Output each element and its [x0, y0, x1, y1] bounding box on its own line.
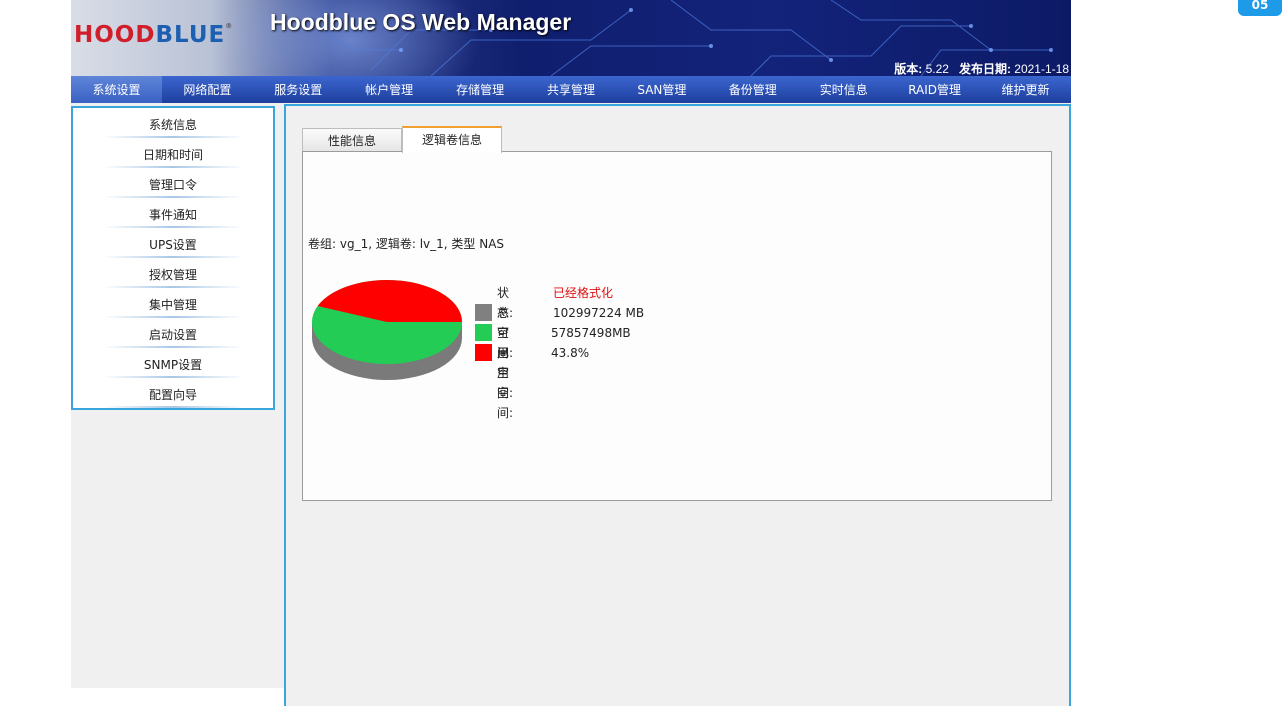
version-info: 版本: 5.22 发布日期: 2021-1-18: [894, 60, 1069, 76]
sidebar-item-startup-settings[interactable]: 启动设置: [73, 318, 273, 348]
free-space-value: 57857498MB: [551, 326, 631, 340]
sidebar-item-ups-settings[interactable]: UPS设置: [73, 228, 273, 258]
main-content: 性能信息 逻辑卷信息 卷组: vg_1, 逻辑卷: lv_1, 类型 NAS 状…: [284, 104, 1071, 706]
tab-panel: 卷组: vg_1, 逻辑卷: lv_1, 类型 NAS 状态: 已经格式化 总空…: [302, 151, 1052, 501]
sidebar-item-admin-password[interactable]: 管理口令: [73, 168, 273, 198]
used-space-label: 已用空间:: [497, 346, 514, 420]
brand-logo: HOODBLUE®: [74, 22, 234, 48]
total-swatch: [475, 304, 492, 321]
used-space-value: 43.8%: [551, 346, 590, 360]
nav-network-config[interactable]: 网络配置: [162, 76, 253, 103]
release-date: 2021-1-18: [1014, 62, 1069, 76]
sidebar-item-license[interactable]: 授权管理: [73, 258, 273, 288]
app-title: Hoodblue OS Web Manager: [270, 9, 572, 35]
nav-system-settings[interactable]: 系统设置: [71, 76, 162, 103]
release-label: 发布日期:: [958, 62, 1011, 76]
nav-storage-management[interactable]: 存储管理: [435, 76, 526, 103]
tab-logical-volume-info[interactable]: 逻辑卷信息: [402, 126, 502, 153]
sidebar-item-system-info[interactable]: 系统信息: [73, 108, 273, 138]
app-window: HOODBLUE® Hoodblue OS Web Manager 版本: 5.…: [71, 0, 1071, 706]
nav-service-settings[interactable]: 服务设置: [253, 76, 344, 103]
nav-share-management[interactable]: 共享管理: [526, 76, 617, 103]
status-value: 已经格式化: [553, 286, 614, 300]
volume-info-text: 卷组: vg_1, 逻辑卷: lv_1, 类型 NAS: [308, 237, 505, 251]
top-nav: 系统设置 网络配置 服务设置 帐户管理 存储管理 共享管理 SAN管理 备份管理…: [71, 76, 1071, 103]
used-swatch: [475, 344, 492, 361]
nav-raid-management[interactable]: RAID管理: [889, 76, 980, 103]
sidebar: 系统信息 日期和时间 管理口令 事件通知 UPS设置 授权管理 集中管理 启动设…: [71, 106, 275, 410]
tab-performance-info[interactable]: 性能信息: [302, 128, 402, 153]
nav-maintenance-update[interactable]: 维护更新: [980, 76, 1071, 103]
total-space-value: 102997224 MB: [553, 306, 645, 320]
sidebar-item-event-notify[interactable]: 事件通知: [73, 198, 273, 228]
nav-realtime-info[interactable]: 实时信息: [798, 76, 889, 103]
sidebar-item-snmp-settings[interactable]: SNMP设置: [73, 348, 273, 378]
usage-pie-chart: [312, 280, 462, 380]
header-banner: HOODBLUE® Hoodblue OS Web Manager 版本: 5.…: [71, 0, 1071, 76]
version-value: 5.22: [925, 62, 949, 76]
sidebar-item-date-time[interactable]: 日期和时间: [73, 138, 273, 168]
version-label: 版本:: [894, 62, 923, 76]
nav-account-management[interactable]: 帐户管理: [344, 76, 435, 103]
sidebar-item-central-management[interactable]: 集中管理: [73, 288, 273, 318]
nav-backup-management[interactable]: 备份管理: [707, 76, 798, 103]
corner-badge: 05: [1238, 0, 1282, 16]
nav-san-management[interactable]: SAN管理: [616, 76, 707, 103]
free-swatch: [475, 324, 492, 341]
sidebar-item-config-wizard[interactable]: 配置向导: [73, 378, 273, 408]
